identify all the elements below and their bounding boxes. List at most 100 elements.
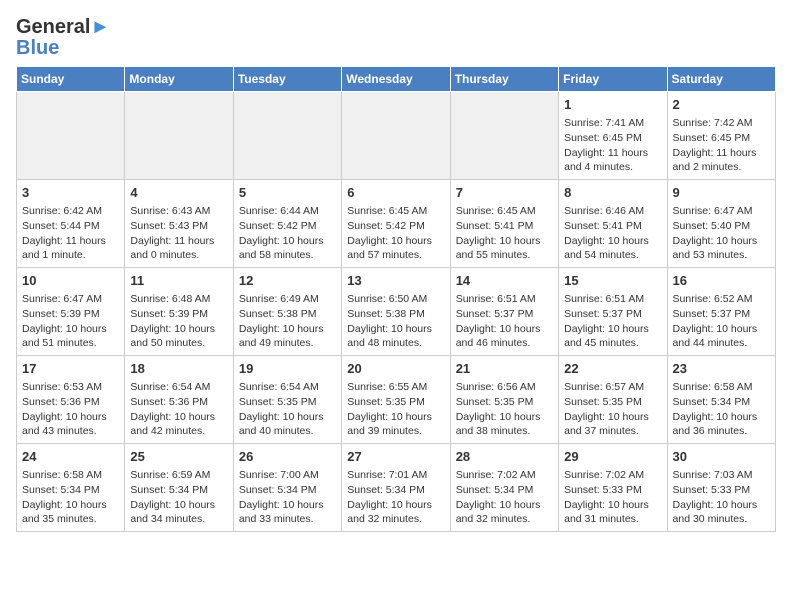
day-number: 23 — [673, 360, 770, 378]
daylight-text: Daylight: 11 hours and 0 minutes. — [130, 235, 214, 262]
sunset-text: Sunset: 6:45 PM — [564, 132, 642, 144]
day-number: 11 — [130, 272, 227, 290]
day-number: 25 — [130, 448, 227, 466]
calendar-cell: 8 Sunrise: 6:46 AM Sunset: 5:41 PM Daylight… — [559, 180, 667, 268]
calendar-week-5: 24 Sunrise: 6:58 AM Sunset: 5:34 PM Dayligh… — [17, 444, 776, 532]
weekday-header-sunday: Sunday — [17, 67, 125, 92]
sunrise-text: Sunrise: 7:42 AM — [673, 117, 753, 129]
sunrise-text: Sunrise: 6:57 AM — [564, 381, 644, 393]
calendar-cell: 1Sunrise: 7:41 AMSunset: 6:45 PMDaylight… — [559, 92, 667, 180]
calendar-cell: 24 Sunrise: 6:58 AM Sunset: 5:34 PM Dayligh… — [17, 444, 125, 532]
daylight-text: Daylight: 11 hours and 4 minutes. — [564, 147, 648, 174]
sunset-text: Sunset: 5:40 PM — [673, 220, 751, 232]
calendar-cell: 6Sunrise: 6:45 AMSunset: 5:42 PMDaylight… — [342, 180, 450, 268]
sunset-text: Sunset: 5:43 PM — [130, 220, 208, 232]
day-number: 7 — [456, 184, 553, 202]
day-number: 26 — [239, 448, 336, 466]
day-number: 5 — [239, 184, 336, 202]
day-number: 24 — [22, 448, 119, 466]
daylight-text: Daylight: 10 hours and 35 minutes. — [22, 499, 107, 526]
day-number: 28 — [456, 448, 553, 466]
daylight-text: Daylight: 10 hours and 54 minutes. — [564, 235, 649, 262]
daylight-text: Daylight: 10 hours and 50 minutes. — [130, 323, 215, 350]
daylight-text: Daylight: 10 hours and 31 minutes. — [564, 499, 649, 526]
sunrise-text: Sunrise: 6:58 AM — [673, 381, 753, 393]
sunset-text: Sunset: 5:36 PM — [22, 396, 100, 408]
sunset-text: Sunset: 5:38 PM — [347, 308, 425, 320]
calendar-cell: 25Sunrise: 6:59 AMSunset: 5:34 PMDayligh… — [125, 444, 233, 532]
day-number: 1 — [564, 96, 661, 114]
sunrise-text: Sunrise: 6:51 AM — [564, 293, 644, 305]
calendar-cell: 17Sunrise: 6:53 AMSunset: 5:36 PMDayligh… — [17, 356, 125, 444]
calendar-cell: 22Sunrise: 6:57 AMSunset: 5:35 PMDayligh… — [559, 356, 667, 444]
sunset-text: Sunset: 5:34 PM — [22, 484, 100, 496]
sunrise-text: Sunrise: 6:56 AM — [456, 381, 536, 393]
daylight-text: Daylight: 10 hours and 38 minutes. — [456, 411, 541, 438]
calendar-cell — [17, 92, 125, 180]
weekday-header-monday: Monday — [125, 67, 233, 92]
calendar-week-1: 1Sunrise: 7:41 AMSunset: 6:45 PMDaylight… — [17, 92, 776, 180]
sunset-text: Sunset: 5:41 PM — [564, 220, 642, 232]
day-number: 14 — [456, 272, 553, 290]
calendar-cell: 15Sunrise: 6:51 AMSunset: 5:37 PMDayligh… — [559, 268, 667, 356]
day-number: 18 — [130, 360, 227, 378]
day-number: 10 — [22, 272, 119, 290]
weekday-header-thursday: Thursday — [450, 67, 558, 92]
daylight-text: Daylight: 10 hours and 58 minutes. — [239, 235, 324, 262]
calendar-cell: 7Sunrise: 6:45 AMSunset: 5:41 PMDaylight… — [450, 180, 558, 268]
sunrise-text: Sunrise: 7:01 AM — [347, 469, 427, 481]
day-number: 29 — [564, 448, 661, 466]
daylight-text: Daylight: 11 hours and 2 minutes. — [673, 147, 757, 174]
sunrise-text: Sunrise: 6:47 AM — [673, 205, 753, 217]
sunrise-text: Sunrise: 6:59 AM — [130, 469, 210, 481]
daylight-text: Daylight: 10 hours and 37 minutes. — [564, 411, 649, 438]
sunrise-text: Sunrise: 6:46 AM — [564, 205, 644, 217]
day-number: 6 — [347, 184, 444, 202]
logo-blue: Blue — [16, 38, 59, 58]
calendar-cell — [125, 92, 233, 180]
day-number: 30 — [673, 448, 770, 466]
sunrise-text: Sunrise: 6:44 AM — [239, 205, 319, 217]
weekday-header-tuesday: Tuesday — [233, 67, 341, 92]
sunrise-text: Sunrise: 7:02 AM — [456, 469, 536, 481]
sunset-text: Sunset: 5:44 PM — [22, 220, 100, 232]
calendar-cell: 9Sunrise: 6:47 AMSunset: 5:40 PMDaylight… — [667, 180, 775, 268]
sunrise-text: Sunrise: 6:48 AM — [130, 293, 210, 305]
day-number: 22 — [564, 360, 661, 378]
day-number: 9 — [673, 184, 770, 202]
daylight-text: Daylight: 10 hours and 43 minutes. — [22, 411, 107, 438]
daylight-text: Daylight: 10 hours and 46 minutes. — [456, 323, 541, 350]
sunrise-text: Sunrise: 7:00 AM — [239, 469, 319, 481]
sunset-text: Sunset: 5:37 PM — [673, 308, 751, 320]
calendar-cell: 16Sunrise: 6:52 AMSunset: 5:37 PMDayligh… — [667, 268, 775, 356]
calendar-cell — [233, 92, 341, 180]
sunrise-text: Sunrise: 6:54 AM — [130, 381, 210, 393]
sunset-text: Sunset: 5:42 PM — [347, 220, 425, 232]
calendar-cell: 13Sunrise: 6:50 AMSunset: 5:38 PMDayligh… — [342, 268, 450, 356]
sunset-text: Sunset: 6:45 PM — [673, 132, 751, 144]
day-number: 4 — [130, 184, 227, 202]
day-number: 16 — [673, 272, 770, 290]
calendar-cell: 23Sunrise: 6:58 AMSunset: 5:34 PMDayligh… — [667, 356, 775, 444]
weekday-header-saturday: Saturday — [667, 67, 775, 92]
sunset-text: Sunset: 5:33 PM — [564, 484, 642, 496]
daylight-text: Daylight: 10 hours and 44 minutes. — [673, 323, 758, 350]
sunset-text: Sunset: 5:34 PM — [456, 484, 534, 496]
daylight-text: Daylight: 10 hours and 49 minutes. — [239, 323, 324, 350]
daylight-text: Daylight: 10 hours and 45 minutes. — [564, 323, 649, 350]
sunset-text: Sunset: 5:35 PM — [456, 396, 534, 408]
daylight-text: Daylight: 11 hours and 1 minute. — [22, 235, 106, 262]
sunrise-text: Sunrise: 6:43 AM — [130, 205, 210, 217]
day-number: 15 — [564, 272, 661, 290]
sunrise-text: Sunrise: 6:51 AM — [456, 293, 536, 305]
calendar-cell: 27Sunrise: 7:01 AMSunset: 5:34 PMDayligh… — [342, 444, 450, 532]
day-number: 8 — [564, 184, 661, 202]
sunset-text: Sunset: 5:36 PM — [130, 396, 208, 408]
sunrise-text: Sunrise: 7:03 AM — [673, 469, 753, 481]
calendar-cell: 5Sunrise: 6:44 AMSunset: 5:42 PMDaylight… — [233, 180, 341, 268]
day-number: 3 — [22, 184, 119, 202]
sunset-text: Sunset: 5:41 PM — [456, 220, 534, 232]
sunrise-text: Sunrise: 6:58 AM — [22, 469, 102, 481]
weekday-header-friday: Friday — [559, 67, 667, 92]
day-number: 20 — [347, 360, 444, 378]
